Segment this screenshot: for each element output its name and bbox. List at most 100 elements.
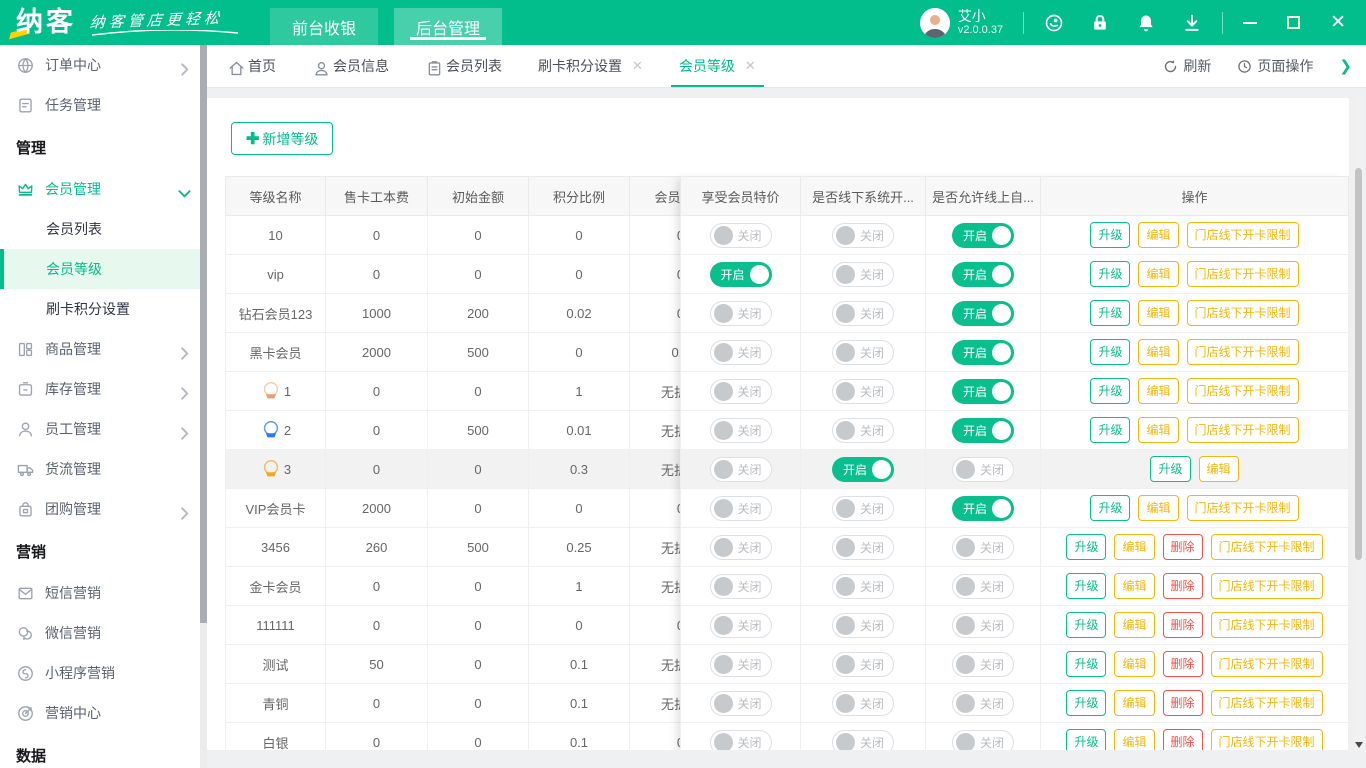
edit-button[interactable]: 编辑 <box>1138 417 1178 443</box>
limit-button[interactable]: 门店线下开卡限制 <box>1187 495 1299 521</box>
toggle-offline-open-on[interactable]: 开启 <box>832 457 894 482</box>
toggle-offline-open-off[interactable]: 关闭 <box>832 262 894 287</box>
upgrade-button[interactable]: 升级 <box>1066 690 1106 716</box>
toggle-special-price-off[interactable]: 关闭 <box>710 535 772 560</box>
toggle-online-open-off[interactable]: 关闭 <box>952 457 1014 482</box>
sidebar-item-短信营销[interactable]: 短信营销 <box>0 573 200 613</box>
toggle-offline-open-off[interactable]: 关闭 <box>832 418 894 443</box>
toggle-special-price-off[interactable]: 关闭 <box>710 496 772 521</box>
toggle-offline-open-off[interactable]: 关闭 <box>832 730 894 751</box>
tab-会员等级[interactable]: 会员等级✕ <box>679 45 756 87</box>
sidebar-subitem-会员等级[interactable]: 会员等级 <box>0 249 200 289</box>
toggle-special-price-off[interactable]: 关闭 <box>710 340 772 365</box>
sidebar-item-员工管理[interactable]: 员工管理 <box>0 409 200 449</box>
toggle-offline-open-off[interactable]: 关闭 <box>832 301 894 326</box>
nav-tab-backend-admin[interactable]: 后台管理 <box>394 8 502 45</box>
download-icon[interactable] <box>1182 13 1202 33</box>
sidebar-item-订单中心[interactable]: 订单中心 <box>0 45 200 85</box>
toggle-special-price-off[interactable]: 关闭 <box>710 301 772 326</box>
user-account[interactable]: 艾小 v2.0.0.37 <box>920 8 1003 38</box>
edit-button[interactable]: 编辑 <box>1114 729 1154 750</box>
edit-button[interactable]: 编辑 <box>1114 690 1154 716</box>
sidebar-item-小程序营销[interactable]: 小程序营销 <box>0 653 200 693</box>
refresh-button[interactable]: 刷新 <box>1163 56 1211 76</box>
limit-button[interactable]: 门店线下开卡限制 <box>1211 690 1323 716</box>
edit-button[interactable]: 编辑 <box>1138 378 1178 404</box>
toggle-offline-open-off[interactable]: 关闭 <box>832 496 894 521</box>
upgrade-button[interactable]: 升级 <box>1066 534 1106 560</box>
toggle-online-open-off[interactable]: 关闭 <box>952 730 1014 751</box>
tab-刷卡积分设置[interactable]: 刷卡积分设置✕ <box>538 45 643 87</box>
toggle-special-price-off[interactable]: 关闭 <box>710 613 772 638</box>
nav-tab-front-cashier[interactable]: 前台收银 <box>270 8 378 45</box>
bell-icon[interactable] <box>1136 13 1156 33</box>
upgrade-button[interactable]: 升级 <box>1090 417 1130 443</box>
edit-button[interactable]: 编辑 <box>1114 651 1154 677</box>
upgrade-button[interactable]: 升级 <box>1090 495 1130 521</box>
upgrade-button[interactable]: 升级 <box>1090 261 1130 287</box>
edit-button[interactable]: 编辑 <box>1199 456 1239 482</box>
toggle-online-open-on[interactable]: 开启 <box>952 418 1014 443</box>
delete-button[interactable]: 删除 <box>1163 612 1203 638</box>
scrollbar-arrow-down-icon[interactable] <box>1355 742 1363 748</box>
upgrade-button[interactable]: 升级 <box>1150 456 1190 482</box>
limit-button[interactable]: 门店线下开卡限制 <box>1187 261 1299 287</box>
toggle-special-price-off[interactable]: 关闭 <box>710 691 772 716</box>
edit-button[interactable]: 编辑 <box>1138 222 1178 248</box>
maximize-icon[interactable] <box>1287 16 1300 29</box>
sidebar-subitem-会员列表[interactable]: 会员列表 <box>0 209 200 249</box>
tab-首页[interactable]: 首页 <box>227 45 276 87</box>
toggle-offline-open-off[interactable]: 关闭 <box>832 340 894 365</box>
delete-button[interactable]: 删除 <box>1163 690 1203 716</box>
upgrade-button[interactable]: 升级 <box>1090 222 1130 248</box>
sidebar-item-库存管理[interactable]: 库存管理 <box>0 369 200 409</box>
upgrade-button[interactable]: 升级 <box>1066 573 1106 599</box>
limit-button[interactable]: 门店线下开卡限制 <box>1187 339 1299 365</box>
delete-button[interactable]: 删除 <box>1163 729 1203 750</box>
sidebar-item-商品管理[interactable]: 商品管理 <box>0 329 200 369</box>
tab-会员列表[interactable]: 会员列表 <box>425 45 502 87</box>
toggle-special-price-off[interactable]: 关闭 <box>710 457 772 482</box>
toggle-offline-open-off[interactable]: 关闭 <box>832 691 894 716</box>
toggle-online-open-on[interactable]: 开启 <box>952 496 1014 521</box>
sidebar-scrollbar-thumb[interactable] <box>200 45 207 623</box>
limit-button[interactable]: 门店线下开卡限制 <box>1211 729 1323 750</box>
support-icon[interactable] <box>1044 13 1064 33</box>
delete-button[interactable]: 删除 <box>1163 534 1203 560</box>
toggle-online-open-off[interactable]: 关闭 <box>952 613 1014 638</box>
toggle-online-open-off[interactable]: 关闭 <box>952 535 1014 560</box>
tabbar-expand-chevron-icon[interactable]: ❯ <box>1339 57 1352 75</box>
page-operations-button[interactable]: 页面操作 <box>1237 56 1313 76</box>
toggle-online-open-on[interactable]: 开启 <box>952 340 1014 365</box>
sidebar-item-货流管理[interactable]: 货流管理 <box>0 449 200 489</box>
limit-button[interactable]: 门店线下开卡限制 <box>1211 573 1323 599</box>
limit-button[interactable]: 门店线下开卡限制 <box>1187 378 1299 404</box>
minimize-icon[interactable] <box>1243 22 1257 24</box>
sidebar-item-任务管理[interactable]: 任务管理 <box>0 85 200 125</box>
toggle-special-price-off[interactable]: 关闭 <box>710 223 772 248</box>
toggle-offline-open-off[interactable]: 关闭 <box>832 652 894 677</box>
toggle-online-open-off[interactable]: 关闭 <box>952 691 1014 716</box>
toggle-offline-open-off[interactable]: 关闭 <box>832 535 894 560</box>
sidebar-item-团购管理[interactable]: 团购管理 <box>0 489 200 529</box>
toggle-offline-open-off[interactable]: 关闭 <box>832 613 894 638</box>
toggle-offline-open-off[interactable]: 关闭 <box>832 223 894 248</box>
limit-button[interactable]: 门店线下开卡限制 <box>1187 300 1299 326</box>
toggle-offline-open-off[interactable]: 关闭 <box>832 574 894 599</box>
toggle-special-price-off[interactable]: 关闭 <box>710 730 772 751</box>
sidebar-item-会员管理[interactable]: 会员管理 <box>0 169 200 209</box>
sidebar-subitem-刷卡积分设置[interactable]: 刷卡积分设置 <box>0 289 200 329</box>
upgrade-button[interactable]: 升级 <box>1066 651 1106 677</box>
upgrade-button[interactable]: 升级 <box>1090 378 1130 404</box>
toggle-online-open-on[interactable]: 开启 <box>952 262 1014 287</box>
add-level-button[interactable]: ✚ 新增等级 <box>231 122 333 155</box>
upgrade-button[interactable]: 升级 <box>1066 729 1106 750</box>
edit-button[interactable]: 编辑 <box>1138 300 1178 326</box>
toggle-special-price-off[interactable]: 关闭 <box>710 418 772 443</box>
toggle-online-open-off[interactable]: 关闭 <box>952 574 1014 599</box>
delete-button[interactable]: 删除 <box>1163 573 1203 599</box>
content-scrollbar-thumb[interactable] <box>1355 168 1362 560</box>
edit-button[interactable]: 编辑 <box>1114 612 1154 638</box>
edit-button[interactable]: 编辑 <box>1138 495 1178 521</box>
edit-button[interactable]: 编辑 <box>1138 339 1178 365</box>
